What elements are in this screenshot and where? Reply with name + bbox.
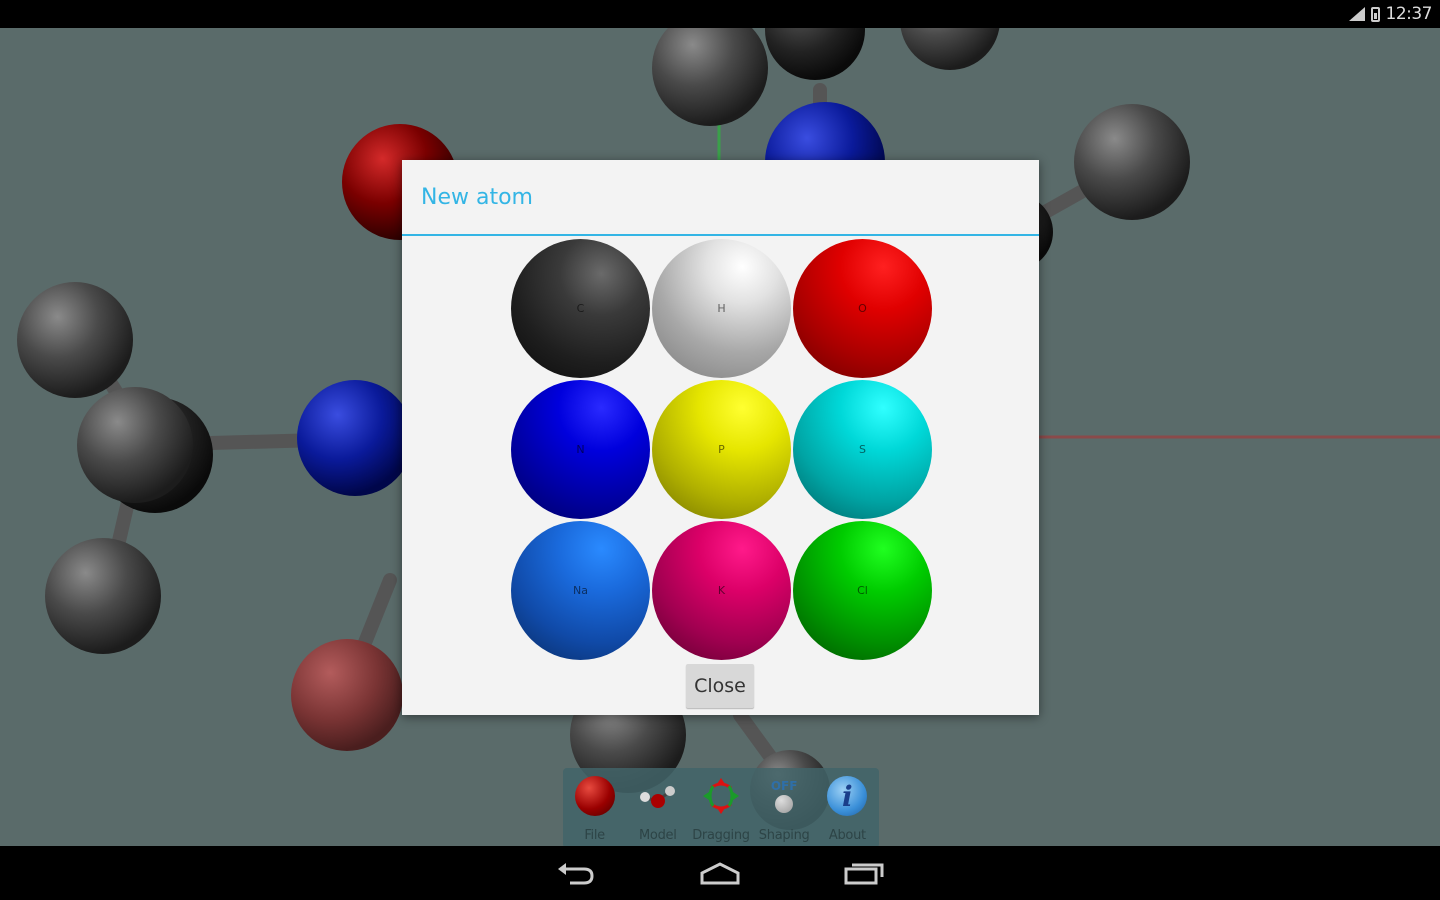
back-icon [558, 863, 594, 885]
atom-option-carbon[interactable]: C [511, 239, 650, 378]
signal-icon [1348, 7, 1365, 21]
atom-option-sulfur[interactable]: S [793, 380, 932, 519]
status-time: 12:37 [1385, 4, 1433, 24]
info-icon: i [827, 776, 868, 816]
atom-option-chlorine[interactable]: Cl [793, 521, 932, 660]
atom-symbol: K [717, 584, 726, 597]
shaping-state: OFF [770, 779, 798, 793]
navigation-bar [0, 846, 1440, 900]
atom-picker-grid: C H O N P S Na K Cl [510, 238, 932, 661]
atom-option-nitrogen[interactable]: N [511, 380, 650, 519]
home-button[interactable] [696, 853, 744, 893]
file-button[interactable]: File [565, 774, 625, 848]
atom-symbol: Na [573, 584, 588, 597]
atom-option-sodium[interactable]: Na [511, 521, 650, 660]
file-label: File [584, 828, 605, 843]
drag-arrows-icon [702, 778, 739, 814]
atom-symbol: H [717, 302, 726, 315]
back-button[interactable] [552, 853, 600, 893]
bottom-toolbar: File Model Dragging OFF Shaping i About [563, 768, 879, 848]
model-button[interactable]: Model [628, 774, 688, 848]
new-atom-dialog: New atom C H O N P S Na K Cl Close [402, 160, 1039, 715]
file-icon [574, 776, 615, 816]
about-button[interactable]: i About [817, 774, 877, 848]
dragging-label: Dragging [692, 828, 750, 843]
atom-symbol: P [718, 443, 725, 456]
dragging-button[interactable]: Dragging [691, 774, 751, 848]
dialog-title: New atom [402, 160, 1039, 236]
atom-option-potassium[interactable]: K [652, 521, 791, 660]
model-label: Model [639, 828, 677, 843]
shaping-label: Shaping [758, 828, 810, 843]
about-label: About [828, 828, 866, 843]
atom-option-oxygen[interactable]: O [793, 239, 932, 378]
atom-symbol: S [859, 443, 866, 456]
close-button[interactable]: Close [686, 664, 754, 708]
atom-symbol: O [858, 302, 867, 315]
atom-symbol: Cl [857, 584, 868, 597]
home-icon [700, 862, 740, 885]
atom-option-hydrogen[interactable]: H [652, 239, 791, 378]
recent-apps-icon [844, 863, 884, 885]
atom-symbol: N [576, 443, 585, 456]
recent-apps-button[interactable] [840, 853, 888, 893]
status-bar: 12:37 [0, 0, 1440, 28]
model-icon [639, 786, 675, 808]
atom-option-phosphorus[interactable]: P [652, 380, 791, 519]
atom-symbol: C [576, 302, 585, 315]
shaping-icon [775, 795, 794, 813]
battery-icon [1370, 6, 1380, 22]
shaping-toggle[interactable]: OFF Shaping [754, 774, 814, 848]
